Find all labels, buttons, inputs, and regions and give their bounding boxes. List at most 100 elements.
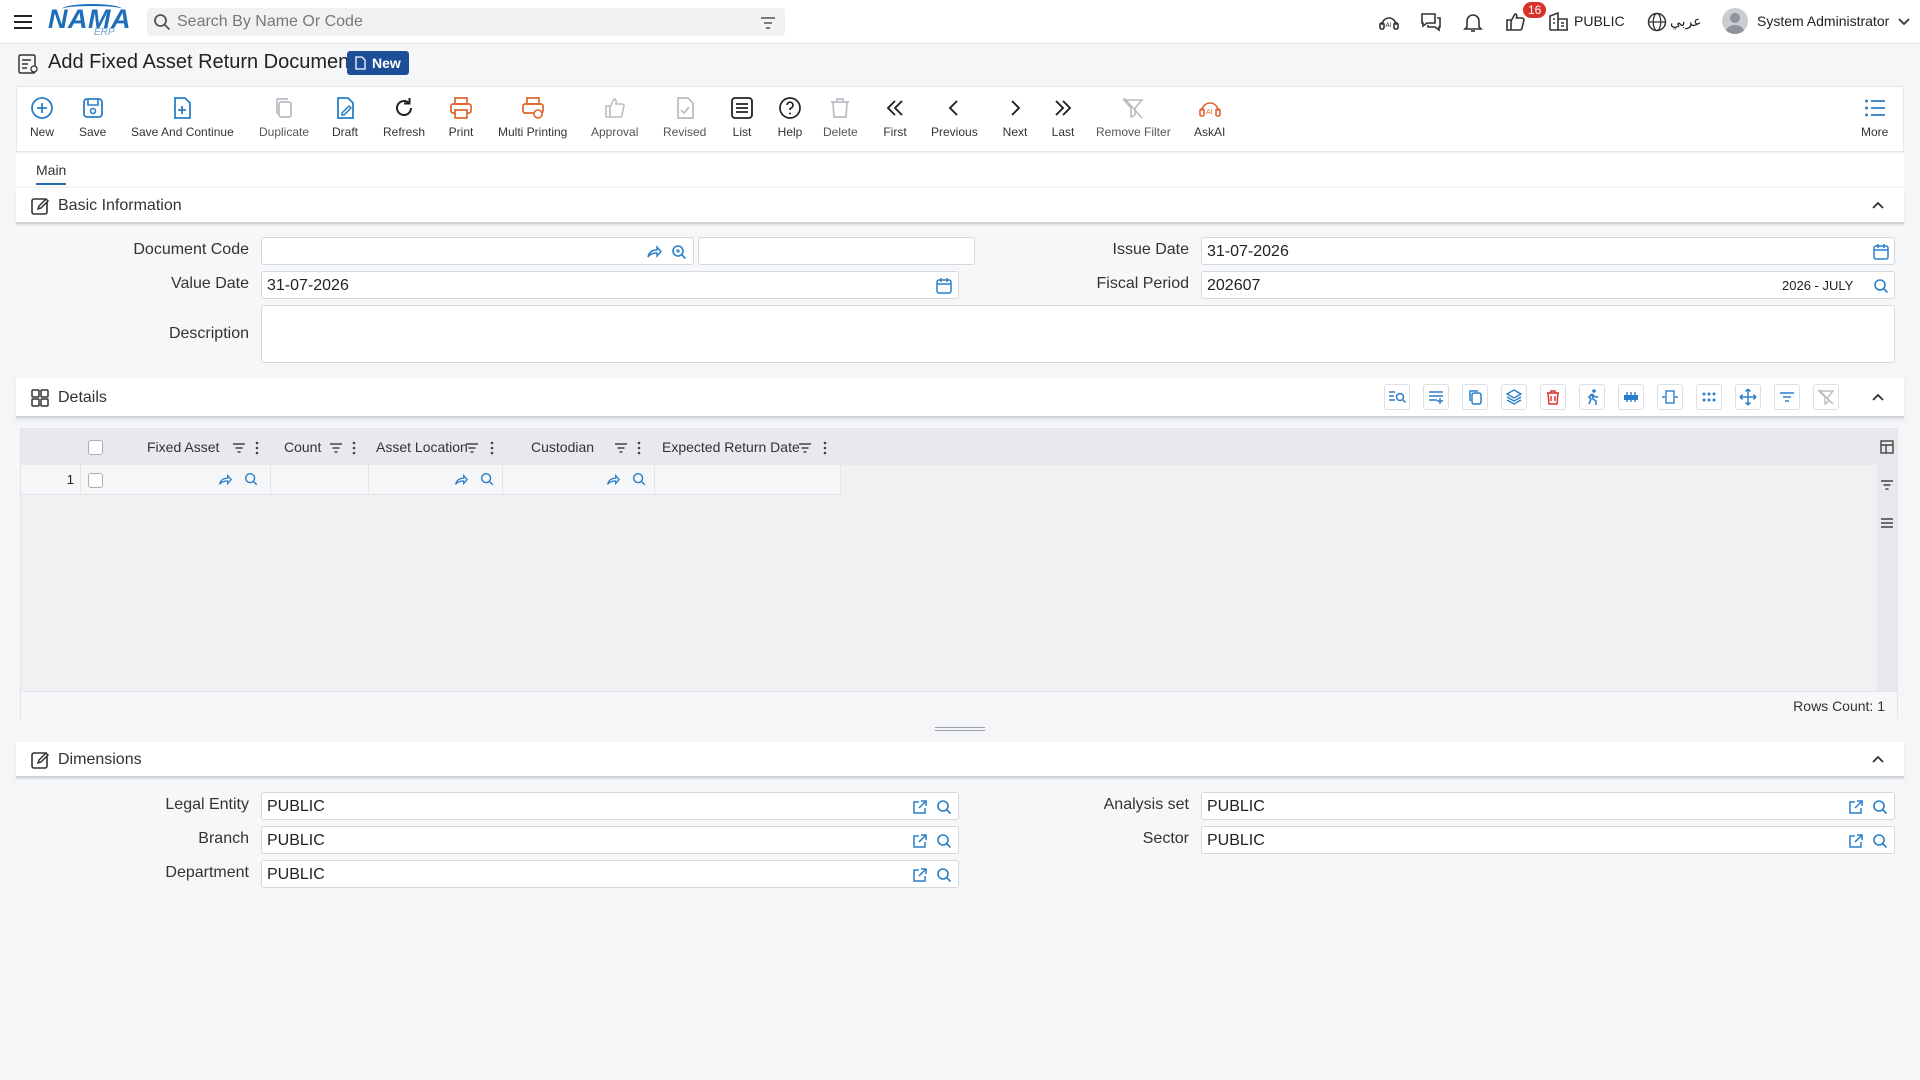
- lookup-search-icon[interactable]: [1871, 832, 1889, 850]
- chevron-up-icon[interactable]: [1870, 752, 1886, 768]
- columns-icon[interactable]: [1879, 439, 1895, 455]
- help-button[interactable]: Help: [777, 95, 803, 147]
- share-arrow-icon[interactable]: [217, 472, 233, 488]
- more-button[interactable]: More: [1861, 95, 1888, 147]
- askai-button[interactable]: AI AskAI: [1194, 95, 1225, 147]
- column-count[interactable]: Count: [284, 439, 321, 455]
- save-button[interactable]: Save: [79, 95, 106, 147]
- save-and-continue-button[interactable]: Save And Continue: [131, 95, 234, 147]
- menu-lines-icon[interactable]: [1879, 515, 1895, 531]
- globe-icon[interactable]: [1645, 10, 1669, 34]
- share-arrow-icon[interactable]: [645, 243, 663, 261]
- lookup-search-icon[interactable]: [935, 866, 953, 884]
- issue-date-field[interactable]: 31-07-2026: [1201, 237, 1895, 265]
- user-name[interactable]: System Administrator: [1757, 13, 1889, 29]
- legal-entity-field[interactable]: PUBLIC: [261, 792, 959, 820]
- chat-icon[interactable]: [1419, 10, 1443, 34]
- new-button[interactable]: New: [29, 95, 55, 147]
- chevron-up-icon[interactable]: [1870, 198, 1886, 214]
- resize-handle[interactable]: [935, 727, 985, 731]
- lookup-search-icon[interactable]: [935, 832, 953, 850]
- copy-row-button[interactable]: [1462, 384, 1488, 410]
- calendar-icon[interactable]: [935, 277, 953, 295]
- move-button[interactable]: [1735, 384, 1761, 410]
- company-icon[interactable]: [1547, 10, 1571, 34]
- clear-filter-button[interactable]: [1813, 384, 1839, 410]
- layers-button[interactable]: [1501, 384, 1527, 410]
- lookup-search-icon[interactable]: [1871, 798, 1889, 816]
- column-fixed-asset[interactable]: Fixed Asset: [147, 439, 219, 455]
- column-filter-icon[interactable]: [231, 440, 247, 456]
- list-button[interactable]: List: [729, 95, 755, 147]
- details-header[interactable]: Details: [16, 378, 1904, 418]
- column-menu-icon[interactable]: [817, 440, 833, 456]
- app-logo[interactable]: NAMA ERP: [48, 4, 132, 38]
- filter-rows-button[interactable]: [1774, 384, 1800, 410]
- column-custodian[interactable]: Custodian: [531, 439, 594, 455]
- lookup-search-icon[interactable]: [243, 471, 259, 487]
- fixed-asset-cell[interactable]: [129, 465, 271, 495]
- basic-information-header[interactable]: Basic Information: [16, 188, 1904, 224]
- sector-field[interactable]: PUBLIC: [1201, 826, 1895, 854]
- search-input[interactable]: [177, 8, 737, 36]
- fiscal-period-field[interactable]: 202607 2026 - JULY: [1201, 271, 1895, 299]
- dimensions-header[interactable]: Dimensions: [16, 742, 1904, 778]
- expected-return-date-cell[interactable]: [655, 465, 841, 495]
- column-menu-icon[interactable]: [346, 440, 362, 456]
- remove-filter-button[interactable]: Remove Filter: [1096, 95, 1171, 147]
- lookup-search-icon[interactable]: [935, 798, 953, 816]
- column-filter-icon[interactable]: [464, 440, 480, 456]
- filter-icon[interactable]: [1879, 477, 1895, 493]
- asset-location-cell[interactable]: [369, 465, 503, 495]
- column-filter-icon[interactable]: [613, 440, 629, 456]
- draft-button[interactable]: Draft: [332, 95, 358, 147]
- table-row[interactable]: 1: [21, 465, 841, 495]
- select-all-checkbox[interactable]: [88, 440, 103, 455]
- revised-button[interactable]: Revised: [663, 95, 706, 147]
- value-date-field[interactable]: 31-07-2026: [261, 271, 959, 299]
- previous-button[interactable]: Previous: [931, 95, 978, 147]
- open-external-icon[interactable]: [911, 832, 929, 850]
- duplicate-button[interactable]: Duplicate: [259, 95, 309, 147]
- chevron-down-icon[interactable]: [1896, 13, 1912, 29]
- print-button[interactable]: Print: [448, 95, 474, 147]
- refresh-button[interactable]: Refresh: [383, 95, 425, 147]
- language-switch[interactable]: عربي: [1670, 13, 1702, 30]
- menu-icon[interactable]: [12, 11, 34, 33]
- tab-main[interactable]: Main: [36, 162, 67, 185]
- approval-button[interactable]: Approval: [591, 95, 638, 147]
- first-button[interactable]: First: [882, 95, 908, 147]
- column-menu-icon[interactable]: [249, 440, 265, 456]
- ai-assistant-icon[interactable]: AI: [1377, 10, 1401, 34]
- dots-button[interactable]: [1696, 384, 1722, 410]
- count-cell[interactable]: [271, 465, 369, 495]
- chevron-up-icon[interactable]: [1870, 390, 1886, 406]
- lookup-search-icon[interactable]: [670, 243, 688, 261]
- branch-field[interactable]: PUBLIC: [261, 826, 959, 854]
- delete-button[interactable]: Delete: [823, 95, 858, 147]
- row-checkbox[interactable]: [88, 473, 103, 488]
- description-field[interactable]: [261, 305, 1895, 363]
- department-field[interactable]: PUBLIC: [261, 860, 959, 888]
- open-external-icon[interactable]: [1847, 798, 1865, 816]
- bell-icon[interactable]: [1461, 10, 1485, 34]
- avatar[interactable]: [1722, 8, 1748, 34]
- share-arrow-icon[interactable]: [453, 472, 469, 488]
- share-arrow-icon[interactable]: [605, 472, 621, 488]
- document-code-name-field[interactable]: [698, 237, 975, 265]
- lookup-search-icon[interactable]: [631, 471, 647, 487]
- column-filter-icon[interactable]: [797, 440, 813, 456]
- document-code-field[interactable]: [261, 237, 694, 265]
- lookup-search-icon[interactable]: [479, 471, 495, 487]
- column-width-button[interactable]: [1657, 384, 1683, 410]
- multi-printing-button[interactable]: Multi Printing: [498, 95, 567, 147]
- open-external-icon[interactable]: [911, 798, 929, 816]
- filter-icon[interactable]: [759, 14, 777, 32]
- delete-row-button[interactable]: [1540, 384, 1566, 410]
- open-external-icon[interactable]: [911, 866, 929, 884]
- run-button[interactable]: [1579, 384, 1605, 410]
- insert-row-button[interactable]: [1618, 384, 1644, 410]
- calendar-icon[interactable]: [1872, 243, 1890, 261]
- company-name[interactable]: PUBLIC: [1574, 13, 1625, 29]
- search-rows-button[interactable]: [1384, 384, 1410, 410]
